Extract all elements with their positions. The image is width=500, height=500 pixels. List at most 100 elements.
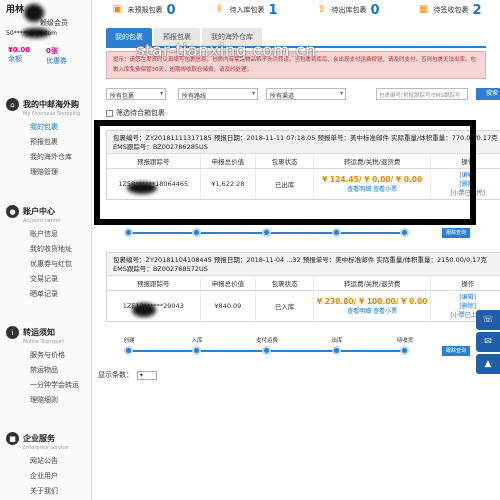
search-button[interactable]: 搜索 xyxy=(476,88,500,100)
track-button[interactable]: 跟踪查询 xyxy=(442,346,470,356)
section-subtitle: Account center xyxy=(23,218,61,224)
route-select-value: 所有路线 xyxy=(182,93,207,100)
search-input[interactable]: 包裹编号/预报跟踪号/EMS跟踪号 xyxy=(376,88,468,100)
col-fee: 转运费/关税/退货费 xyxy=(314,276,432,290)
user-icon: ● xyxy=(6,205,19,218)
info-icon: i xyxy=(6,326,19,339)
sidebar-item-claim-rules[interactable]: 理赔细则 xyxy=(0,393,92,408)
channel-select-value: 所有渠道 xyxy=(270,93,295,100)
sidebar-item-about[interactable]: 关于我们 xyxy=(0,484,92,499)
merge-filter-label: 筛选待合箱包裹 xyxy=(116,109,165,117)
stat-label: 未预报包裹 xyxy=(127,6,163,14)
sidebar-item-account-info[interactable]: 账户信息 xyxy=(0,227,92,242)
section-subtitle: My Overseas Shopping xyxy=(23,111,81,117)
col-tracking: 预报跟踪号 xyxy=(107,276,201,290)
balance[interactable]: ¥0.00 余额 xyxy=(8,46,30,64)
stat-pending-in[interactable]: ⇩ 待入库包裹 1 xyxy=(194,0,296,20)
section-shopping: ⌂ 我的中邮海外购 My Overseas Shopping 我的包裹 预报包裹 … xyxy=(0,98,92,180)
track-button[interactable]: 跟踪查询 xyxy=(442,228,470,238)
status-select-value: 所有包裹 xyxy=(110,93,135,100)
channel-select[interactable]: 所有渠道 ▾ xyxy=(266,88,346,100)
chevron-down-icon: ▾ xyxy=(251,90,255,97)
table-row: 1ZE13******29043 ¥840.09 已入库 ¥ 230.80/ ¥… xyxy=(107,291,500,321)
progress-dot xyxy=(262,346,271,355)
merge-filter[interactable]: 筛选待合箱包裹 xyxy=(106,108,165,118)
sidebar-item-prohibited[interactable]: 禁运物品 xyxy=(0,363,92,378)
stats-bar: ▣ 未预报包裹 0 ⇩ 待入库包裹 1 ⇧ 待出库包裹 0 ▦ 待签收包裹 2 xyxy=(92,0,500,20)
step-label: 支付运费 xyxy=(255,338,278,344)
section-account: ● 账户中心 Account center 账户信息 我的收货地址 优惠券与红包 … xyxy=(0,205,92,302)
stat-pending-out[interactable]: ⇧ 待出库包裹 0 xyxy=(296,0,398,20)
section-title: 我的中邮海外购 xyxy=(23,100,79,109)
chat-icon[interactable]: ✉ xyxy=(476,332,500,352)
chevron-down-icon: ▾ xyxy=(339,90,343,97)
section-title: 账户中心 xyxy=(23,207,55,216)
phone-icon[interactable]: ☏ xyxy=(476,310,500,330)
stat-value: 0 xyxy=(370,2,380,18)
sidebar-item-address[interactable]: 我的收货地址 xyxy=(0,242,92,257)
step-label: 创建 xyxy=(123,338,135,344)
coupons[interactable]: 0张 优惠券 xyxy=(46,46,67,66)
sidebar-item-enterprise-users[interactable]: 企业用户 xyxy=(0,469,92,484)
sidebar-item-forecast[interactable]: 预报包裹 xyxy=(0,135,92,150)
section-subtitle: Enterprise service xyxy=(23,445,69,451)
sidebar-item-claims[interactable]: 理赔管理 xyxy=(0,165,92,180)
sidebar-item-coupons[interactable]: 优惠券与红包 xyxy=(0,257,92,272)
step-label: 出库 xyxy=(331,338,343,344)
stat-label: 待签收包裹 xyxy=(433,6,469,14)
sidebar-item-warehouse[interactable]: 我的海外仓库 xyxy=(0,150,92,165)
balance-amount: ¥0.00 xyxy=(8,46,31,54)
calendar-icon: ▦ xyxy=(418,4,429,15)
section-notice: i 转运须知 Notice Transport 服务与价格 禁运物品 一分钟学会转… xyxy=(0,326,92,408)
declared-value: ¥840.09 xyxy=(214,302,242,310)
sidebar-item-announcements[interactable]: 网站公告 xyxy=(0,454,92,469)
coupon-count: 0张 xyxy=(46,47,58,55)
float-toolbar: ☏ ✉ ▲ xyxy=(476,310,500,376)
filter-bar: 所有包裹 ▾ 所有路线 ▾ 所有渠道 ▾ 包裹编号/预报跟踪号/EMS跟踪号 搜索 xyxy=(106,88,500,102)
tracking-redaction xyxy=(132,303,156,317)
col-value: 申报总价值 xyxy=(201,276,257,290)
balance-label[interactable]: 余额 xyxy=(8,54,30,64)
progress-dot xyxy=(192,346,201,355)
progress-tracker: 创建 入库 支付运费 出库 待收货 跟踪查询 xyxy=(106,336,500,366)
package-columns: 预报跟踪号 申报总价值 包裹状态 转运费/关税/退货费 操作 xyxy=(107,275,500,291)
pager-label: 显示条数： xyxy=(98,371,133,379)
sidebar-item-reviews[interactable]: 晒单记录 xyxy=(0,287,92,302)
col-actions: 操作 xyxy=(431,276,500,290)
fee-detail-link[interactable]: 查看明细 查看小票 xyxy=(347,306,397,315)
section-title: 企业服务 xyxy=(23,434,55,443)
username: 用林 xyxy=(6,5,25,15)
delete-link[interactable]: [删除] xyxy=(459,302,476,311)
step-label: 待收货 xyxy=(396,338,414,344)
watermark: star-tianxing.com.cn xyxy=(136,41,317,61)
step-label: 入库 xyxy=(191,338,203,344)
coupon-label[interactable]: 优惠券 xyxy=(46,56,67,66)
arrow-up-icon[interactable]: ▲ xyxy=(476,354,500,374)
page-size-select[interactable]: ▾ xyxy=(137,370,157,380)
user-level: 赖级会员 xyxy=(40,19,68,27)
chevron-down-icon: ▾ xyxy=(159,90,163,97)
pager: 显示条数： ▾ xyxy=(98,370,157,380)
section-subtitle: Notice Transport xyxy=(23,339,65,345)
sidebar-item-transactions[interactable]: 交易记录 xyxy=(0,272,92,287)
upload-icon: ⇧ xyxy=(317,4,326,15)
home-icon: ⌂ xyxy=(6,98,19,111)
status-select[interactable]: 所有包裹 ▾ xyxy=(106,88,166,100)
stat-value: 2 xyxy=(472,2,482,18)
sidebar-item-pricing[interactable]: 服务与价格 xyxy=(0,348,92,363)
fee-amount: ¥ 230.80/ ¥ 100.00/ ¥ 0.00 xyxy=(316,297,428,306)
sidebar-item-my-packages[interactable]: 我的包裹 xyxy=(0,120,92,135)
progress-dot xyxy=(124,228,133,237)
progress-dot xyxy=(262,228,271,237)
download-icon: ⇩ xyxy=(215,4,224,15)
stat-label: 待入库包裹 xyxy=(229,6,265,14)
stat-pending-sign[interactable]: ▦ 待签收包裹 2 xyxy=(398,0,500,20)
route-select[interactable]: 所有路线 ▾ xyxy=(178,88,258,100)
edit-link[interactable]: [编辑] xyxy=(459,293,476,302)
progress-dot xyxy=(400,346,409,355)
merge-checkbox[interactable] xyxy=(106,109,113,117)
sidebar-item-tutorial[interactable]: 一分钟学会转运 xyxy=(0,378,92,393)
stat-unforecast[interactable]: ▣ 未预报包裹 0 xyxy=(92,0,194,20)
highlight-box xyxy=(94,120,476,225)
package-header: 包裹编号：ZY20181104108445 预报日期：2018-11-04 ..… xyxy=(107,253,500,275)
